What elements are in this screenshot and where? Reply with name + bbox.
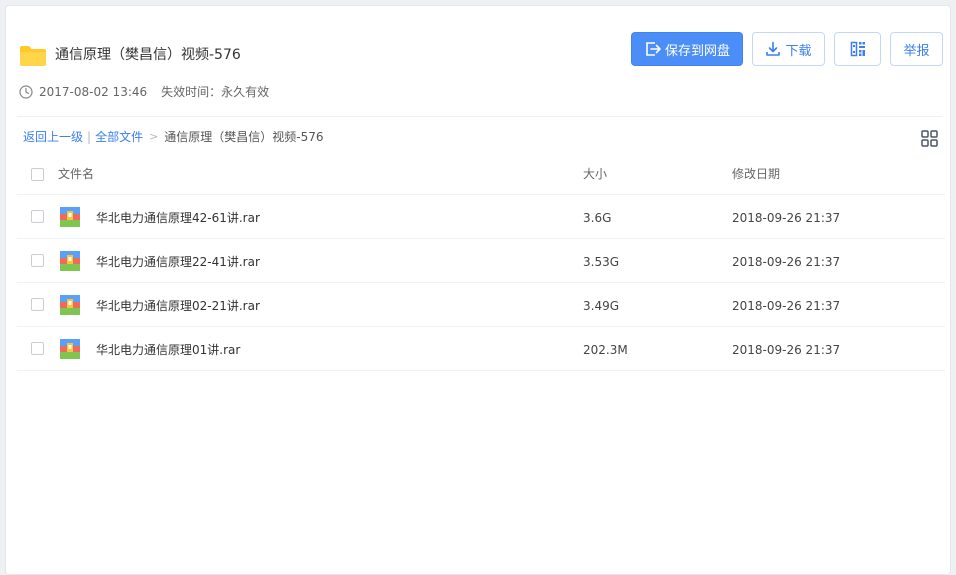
save-button-label: 保存到网盘: [664, 43, 730, 59]
file-table: 文件名 大小 修改日期 华北电力通信原理42-61讲.rar 3.6G 2018…: [17, 154, 945, 371]
grid-view-icon[interactable]: [921, 130, 938, 147]
file-name[interactable]: 华北电力通信原理42-61讲.rar: [96, 210, 260, 226]
file-size: 3.49G: [583, 299, 620, 313]
rar-archive-icon: [60, 251, 80, 271]
expire-value: 永久有效: [221, 85, 270, 99]
table-row[interactable]: 华北电力通信原理22-41讲.rar 3.53G 2018-09-26 21:3…: [17, 239, 945, 283]
share-date: 2017-08-02 13:46: [39, 85, 148, 99]
folder-icon: [20, 46, 46, 66]
file-name[interactable]: 华北电力通信原理02-21讲.rar: [96, 298, 260, 314]
file-size: 3.6G: [583, 211, 612, 225]
row-checkbox[interactable]: [31, 298, 44, 311]
table-header: 文件名 大小 修改日期: [17, 154, 945, 195]
breadcrumb-arrow: >: [149, 130, 159, 143]
rar-archive-icon: [60, 339, 80, 359]
download-button-label: 下载: [785, 43, 812, 59]
select-all-checkbox[interactable]: [31, 168, 44, 181]
file-date: 2018-09-26 21:37: [732, 211, 841, 225]
row-checkbox[interactable]: [31, 254, 44, 267]
row-checkbox[interactable]: [31, 210, 44, 223]
file-name[interactable]: 华北电力通信原理01讲.rar: [96, 342, 240, 358]
table-row[interactable]: 华北电力通信原理42-61讲.rar 3.6G 2018-09-26 21:37: [17, 195, 945, 239]
save-to-disk-icon: [646, 42, 661, 56]
header-date[interactable]: 修改日期: [732, 166, 780, 182]
table-row[interactable]: 华北电力通信原理02-21讲.rar 3.49G 2018-09-26 21:3…: [17, 283, 945, 327]
clock-icon: [19, 85, 33, 99]
file-size: 3.53G: [583, 255, 620, 269]
back-link[interactable]: 返回上一级: [23, 129, 83, 145]
expire-label: 失效时间：: [161, 85, 222, 99]
header-name[interactable]: 文件名: [58, 166, 94, 182]
share-title: 通信原理（樊昌信）视频-576: [55, 47, 241, 63]
share-meta: 2017-08-02 13:46 失效时间： 永久有效: [19, 84, 269, 100]
breadcrumb-current: 通信原理（樊昌信）视频-576: [164, 130, 324, 144]
report-button-label: 举报: [903, 43, 930, 59]
rar-archive-icon: [60, 295, 80, 315]
file-name[interactable]: 华北电力通信原理22-41讲.rar: [96, 254, 260, 270]
row-checkbox[interactable]: [31, 342, 44, 355]
download-button[interactable]: 下载: [752, 32, 825, 66]
file-size: 202.3M: [583, 343, 628, 357]
table-row[interactable]: 华北电力通信原理01讲.rar 202.3M 2018-09-26 21:37: [17, 327, 945, 371]
all-files-link[interactable]: 全部文件: [95, 129, 143, 145]
header-size[interactable]: 大小: [583, 166, 607, 182]
rar-archive-icon: [60, 207, 80, 227]
share-panel: 通信原理（樊昌信）视频-576 2017-08-02 13:46 失效时间： 永…: [5, 5, 951, 575]
file-date: 2018-09-26 21:37: [732, 255, 841, 269]
download-icon: [766, 41, 781, 56]
file-date: 2018-09-26 21:37: [732, 299, 841, 313]
report-button[interactable]: 举报: [890, 32, 943, 66]
file-date: 2018-09-26 21:37: [732, 343, 841, 357]
breadcrumb: 返回上一级 | 全部文件 > 通信原理（樊昌信）视频-576: [23, 129, 324, 145]
breadcrumb-separator: |: [87, 130, 92, 144]
qr-code-icon: [850, 41, 865, 57]
qr-code-button[interactable]: [834, 32, 881, 66]
header-divider: [17, 116, 942, 117]
save-to-disk-button[interactable]: 保存到网盘: [631, 32, 743, 66]
